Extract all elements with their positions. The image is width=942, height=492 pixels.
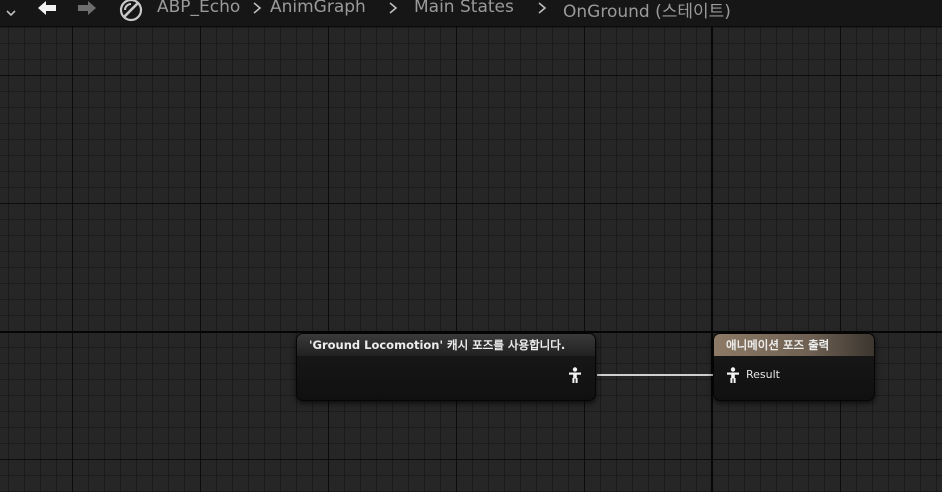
breadcrumb-animgraph[interactable]: AnimGraph	[270, 0, 366, 17]
node-title: 'Ground Locomotion' 캐시 포즈를 사용합니다.	[297, 334, 595, 356]
breadcrumb-bar: ABP_Echo AnimGraph Main States OnGround …	[0, 0, 942, 27]
graph-canvas[interactable]	[0, 26, 942, 492]
graph-origin-axis-vertical	[711, 26, 713, 492]
result-pin-label: Result	[746, 368, 780, 381]
node-title: 애니메이션 포즈 출력	[714, 334, 874, 356]
chevron-down-icon[interactable]	[4, 6, 18, 20]
breadcrumb-asset[interactable]: ABP_Echo	[157, 0, 240, 17]
pose-pin-icon[interactable]	[726, 367, 740, 383]
pose-pin-icon[interactable]	[568, 367, 582, 383]
blueprint-icon	[119, 0, 143, 22]
breadcrumb-separator-icon	[538, 2, 547, 14]
breadcrumb-separator-icon	[389, 2, 398, 14]
forward-arrow-icon[interactable]	[76, 0, 98, 16]
pose-wire[interactable]	[597, 374, 713, 376]
breadcrumb-onground[interactable]: OnGround (스테이트)	[563, 0, 731, 22]
breadcrumb-main-states[interactable]: Main States	[414, 0, 514, 17]
use-cached-pose-node[interactable]: 'Ground Locomotion' 캐시 포즈를 사용합니다.	[296, 333, 596, 401]
back-arrow-icon[interactable]	[36, 0, 58, 16]
breadcrumb-separator-icon	[253, 2, 262, 14]
